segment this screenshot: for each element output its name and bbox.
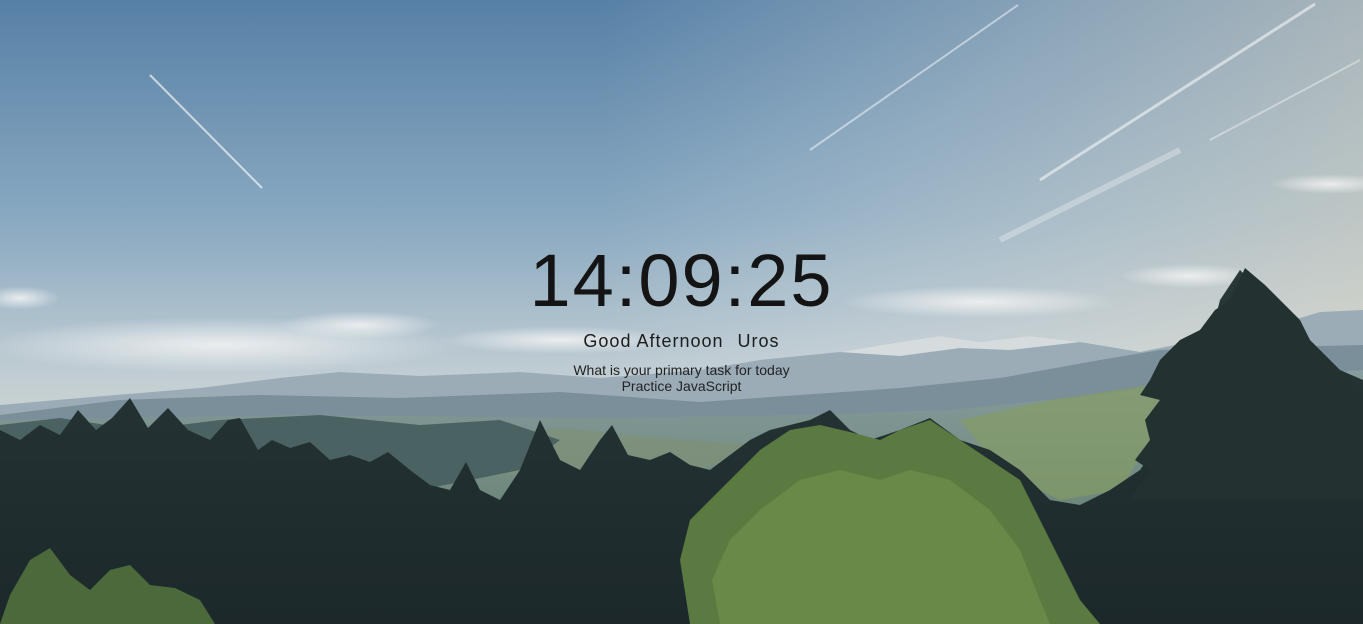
user-name[interactable]: Uros <box>738 330 780 352</box>
greeting: Good Afternoon Uros <box>0 330 1363 352</box>
focus-question: What is your primary task for today <box>573 362 790 378</box>
greeting-text: Good Afternoon <box>583 331 724 351</box>
clock-time: 14:09:25 <box>529 239 834 322</box>
focus-input[interactable] <box>531 378 832 394</box>
dashboard-center: 14:09:25 Good Afternoon Uros What is you… <box>0 238 1363 396</box>
